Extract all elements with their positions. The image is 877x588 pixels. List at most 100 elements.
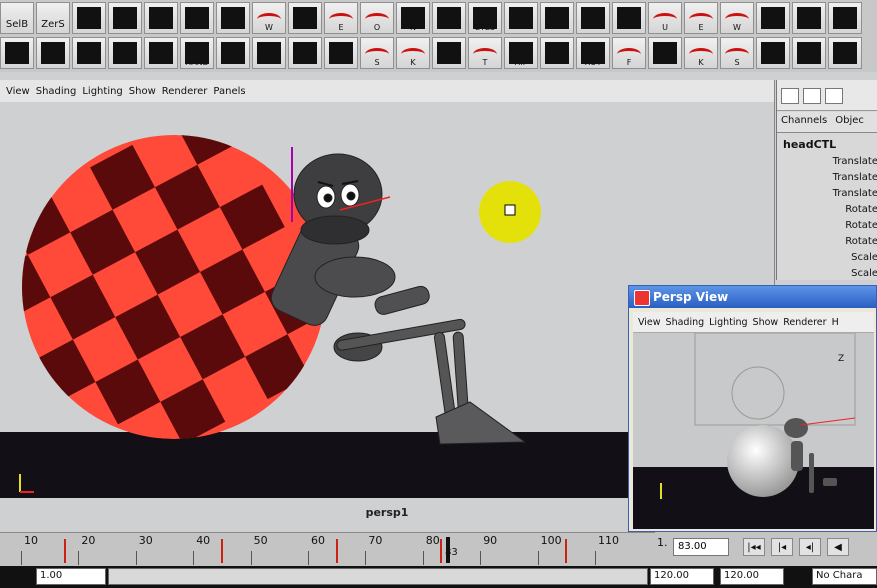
time-tick-label: 110 <box>598 534 619 547</box>
menu-view[interactable]: View <box>6 86 30 97</box>
mel-zers-tool[interactable]: ZerS <box>36 2 70 34</box>
range-slider-bar[interactable] <box>108 568 648 585</box>
ctrl-tool-13[interactable] <box>756 37 790 69</box>
menu-lighting[interactable]: Lighting <box>709 317 747 328</box>
channel-box-layout-icon-3[interactable] <box>825 88 843 104</box>
ctrl-tool-8[interactable] <box>288 37 322 69</box>
ctrl-tool-10[interactable] <box>432 37 466 69</box>
range-end-field[interactable]: 120.00 <box>650 568 714 585</box>
pose-tool-8[interactable] <box>576 2 610 34</box>
menu-view[interactable]: View <box>638 317 661 328</box>
mouth-o-tool[interactable]: O <box>360 2 394 34</box>
ctrl-tool-3[interactable] <box>72 37 106 69</box>
pose-tool-12[interactable] <box>828 2 862 34</box>
rot-tool[interactable]: ROT <box>576 37 610 69</box>
heart-tool[interactable] <box>288 2 322 34</box>
ctrl-tool-11[interactable] <box>540 37 574 69</box>
ctrl-tool-12[interactable] <box>648 37 682 69</box>
eyes-tool[interactable]: EYES <box>468 2 502 34</box>
channel-attribute[interactable]: Translate <box>782 172 877 183</box>
channel-attribute[interactable]: Rotate <box>782 204 877 215</box>
ctrl-tool-14[interactable] <box>792 37 826 69</box>
pose-tool-5[interactable] <box>216 2 250 34</box>
ctrl-tool-9[interactable] <box>324 37 358 69</box>
channel-attribute[interactable]: Scale <box>782 268 877 279</box>
mouth-k-tool[interactable]: K <box>396 37 430 69</box>
time-tick-label: 100 <box>540 534 562 547</box>
channel-attribute[interactable]: Translate <box>782 156 877 167</box>
mouth-e-tool[interactable]: E <box>324 2 358 34</box>
play-backwards-button[interactable]: ◀ <box>827 538 849 556</box>
ctrl-tool-4[interactable] <box>108 37 142 69</box>
persp-window-scene[interactable]: Z <box>633 333 874 529</box>
animation-end-field[interactable]: 120.00 <box>720 568 784 585</box>
mouth-w-tool[interactable]: W <box>252 2 286 34</box>
menu-show[interactable]: Show <box>753 317 779 328</box>
pose-tool-7[interactable] <box>540 2 574 34</box>
ctrl-tool-2[interactable] <box>36 37 70 69</box>
pose-tool-6[interactable] <box>504 2 538 34</box>
mouth-k2-tool[interactable]: K <box>684 37 718 69</box>
channel-attribute[interactable]: Rotate <box>782 220 877 231</box>
channel-box-toolbar <box>777 80 877 111</box>
current-frame-field[interactable]: 83.00 <box>673 538 729 556</box>
mouth-w2-tool[interactable]: W <box>720 2 754 34</box>
n-tool[interactable]: N <box>396 2 430 34</box>
persp-ball <box>727 425 799 497</box>
pose-tool-1[interactable] <box>72 2 106 34</box>
step-back-key-button[interactable]: |◂ <box>771 538 793 556</box>
mouth-e2-tool[interactable]: E <box>684 2 718 34</box>
hand-tool[interactable]: HAND <box>180 37 214 69</box>
mel-selb-tool[interactable]: SelB <box>0 2 34 34</box>
pose-tool-11[interactable] <box>792 2 826 34</box>
pose-tool-12-icon <box>833 7 857 29</box>
ctrl-tool-7[interactable] <box>252 37 286 69</box>
mouth-t-tool[interactable]: T <box>468 37 502 69</box>
mouth-s2-tool[interactable]: S <box>720 37 754 69</box>
menu-panels[interactable]: Panels <box>213 86 245 97</box>
shelf-tool-label: E <box>698 23 704 32</box>
ctrl-tool-6[interactable] <box>216 37 250 69</box>
shelf-tool-label: ZerS <box>41 19 65 30</box>
menu-shading[interactable]: Shading <box>666 317 705 328</box>
pose-tool-9[interactable] <box>612 2 646 34</box>
pose-tool-4[interactable] <box>180 2 214 34</box>
channel-box-layout-icon-2[interactable] <box>803 88 821 104</box>
mouth-s-tool[interactable]: S <box>360 37 394 69</box>
menu-renderer[interactable]: Renderer <box>783 317 826 328</box>
menu-lighting[interactable]: Lighting <box>82 86 122 97</box>
time-tick-label: 80 <box>425 534 440 547</box>
channel-attribute[interactable]: Scale <box>782 252 877 263</box>
tab-channels[interactable]: Channels <box>777 112 831 132</box>
range-start-field[interactable]: 1.00 <box>36 568 106 585</box>
persp-window-title: Persp View <box>653 290 729 304</box>
persp-window-titlebar[interactable]: Persp View <box>629 286 876 308</box>
menu-show[interactable]: Show <box>129 86 156 97</box>
ctrl-tool-13-icon <box>761 42 785 64</box>
channel-attribute[interactable]: Rotate <box>782 236 877 247</box>
ctrl-tool-4-icon <box>113 42 137 64</box>
tab-objec[interactable]: Objec <box>831 112 868 132</box>
shelf-tool-label: W <box>265 23 273 32</box>
shelf-tool-label: O <box>373 23 381 32</box>
time-slider[interactable]: 10 20 30 40 50 60 70 80 90 100 110 83 <box>0 532 655 567</box>
pose-tool-10[interactable] <box>756 2 790 34</box>
shelf-tool-label: S <box>734 58 740 67</box>
pose-tool-3[interactable] <box>144 2 178 34</box>
ctrl-tool-15[interactable] <box>828 37 862 69</box>
hip-tool[interactable]: HIP <box>504 37 538 69</box>
menu-shading[interactable]: Shading <box>36 86 77 97</box>
go-to-start-button[interactable]: |◂◂ <box>743 538 765 556</box>
pose-tool-2[interactable] <box>108 2 142 34</box>
mouth-u-tool[interactable]: U <box>648 2 682 34</box>
ctrl-tool-1[interactable] <box>0 37 34 69</box>
channel-box-layout-icon-1[interactable] <box>781 88 799 104</box>
channel-attribute[interactable]: Translate <box>782 188 877 199</box>
ctrl-tool-5[interactable] <box>144 37 178 69</box>
menu-renderer[interactable]: Renderer <box>162 86 208 97</box>
mouth-f-tool[interactable]: F <box>612 37 646 69</box>
face-tool[interactable] <box>432 2 466 34</box>
menu-h[interactable]: H <box>832 317 839 328</box>
character-set-field[interactable]: No Chara <box>812 568 877 585</box>
step-back-frame-button[interactable]: ◂| <box>799 538 821 556</box>
